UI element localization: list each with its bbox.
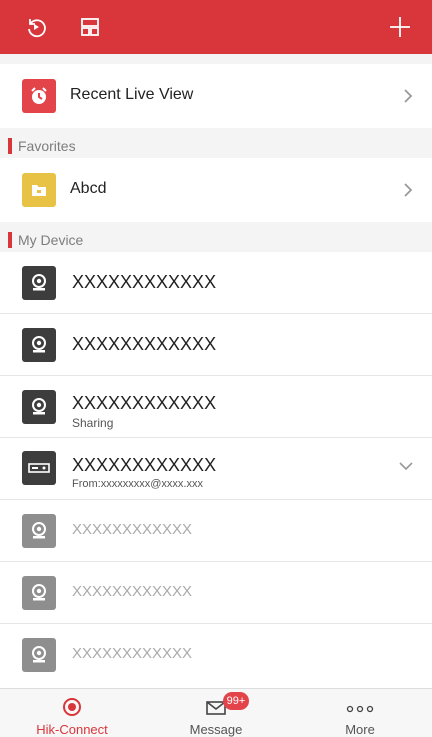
chevron-right-icon <box>404 89 413 103</box>
camera-icon <box>22 328 56 362</box>
device-name: XXXXXXXXXXXX <box>72 393 217 413</box>
device-owner: From:xxxxxxxxx@xxxx.xxx <box>72 478 203 490</box>
device-name: XXXXXXXXXXXX <box>72 583 193 600</box>
layout-icon[interactable] <box>74 11 106 43</box>
clock-icon <box>22 79 56 113</box>
tab-message[interactable]: 99+ Message <box>144 689 288 737</box>
device-list: Recent Live View Favorites Abcd My Devic… <box>0 54 432 688</box>
device-row[interactable]: XXXXXXXXXXXX From:xxxxxxxxx@xxxx.xxx <box>0 438 432 500</box>
device-row[interactable]: XXXXXXXXXXXX <box>0 562 432 624</box>
favorite-item-label: Abcd <box>70 180 107 197</box>
tab-more[interactable]: More <box>288 689 432 737</box>
device-row[interactable]: XXXXXXXXXXXX <box>0 314 432 376</box>
favorite-item-row[interactable]: Abcd <box>0 158 432 222</box>
message-badge: 99+ <box>223 692 249 710</box>
more-dots-icon <box>346 705 374 713</box>
section-accent <box>8 138 12 154</box>
tab-label: Message <box>189 722 243 737</box>
favorites-section-label: Favorites <box>18 138 76 154</box>
device-name: XXXXXXXXXXXX <box>72 334 217 354</box>
hik-connect-icon <box>63 698 81 716</box>
camera-icon <box>22 390 56 424</box>
folder-icon <box>22 173 56 207</box>
camera-icon <box>22 576 56 610</box>
device-row[interactable]: XXXXXXXXXXXX <box>0 500 432 562</box>
my-device-section-header: My Device <box>0 228 432 252</box>
recent-live-view-label: Recent Live View <box>70 86 194 103</box>
device-name: XXXXXXXXXXXX <box>72 455 217 475</box>
chevron-down-icon[interactable] <box>398 460 414 472</box>
bottom-tab-bar: Hik-Connect 99+ Message More <box>0 688 432 737</box>
device-row[interactable]: XXXXXXXXXXXX Sharing <box>0 376 432 438</box>
dvr-icon <box>22 451 56 485</box>
top-bar <box>0 0 432 54</box>
camera-icon <box>22 638 56 672</box>
camera-icon <box>22 266 56 300</box>
device-name: XXXXXXXXXXXX <box>72 521 193 538</box>
my-device-section-label: My Device <box>18 232 84 248</box>
tab-label: Hik-Connect <box>36 722 108 737</box>
camera-icon <box>22 514 56 548</box>
section-accent <box>8 232 12 248</box>
device-sharing-status: Sharing <box>72 416 114 430</box>
device-name: XXXXXXXXXXXX <box>72 645 193 662</box>
recent-live-view-row[interactable]: Recent Live View <box>0 64 432 128</box>
chevron-right-icon <box>404 183 413 197</box>
device-row[interactable]: XXXXXXXXXXXX <box>0 624 432 688</box>
tab-hik-connect[interactable]: Hik-Connect <box>0 689 144 737</box>
device-row[interactable]: XXXXXXXXXXXX <box>0 252 432 314</box>
favorites-section-header: Favorites <box>0 134 432 158</box>
refresh-icon[interactable] <box>20 11 52 43</box>
tab-label: More <box>345 722 375 737</box>
add-icon[interactable] <box>384 11 416 43</box>
device-name: XXXXXXXXXXXX <box>72 272 217 292</box>
